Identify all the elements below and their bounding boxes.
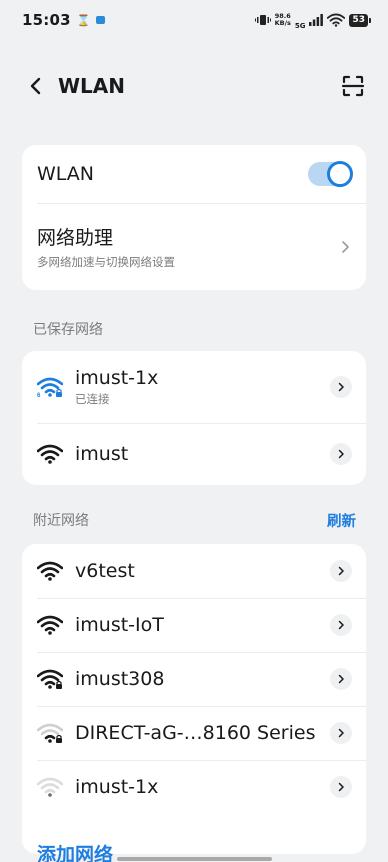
status-bar: 15:03 ⌛ 98.6 KB/s 5G 53 bbox=[0, 0, 388, 40]
network-name: v6test bbox=[75, 560, 135, 582]
chevron-right-icon bbox=[342, 240, 349, 253]
hourglass-icon: ⌛ bbox=[76, 13, 91, 27]
saved-network-row[interactable]: imust bbox=[22, 423, 366, 485]
network-details-button[interactable] bbox=[330, 376, 352, 398]
vibrate-icon bbox=[254, 15, 271, 25]
chevron-right-icon bbox=[338, 674, 344, 684]
network-name: imust-1x bbox=[75, 367, 159, 389]
page-header: WLAN bbox=[0, 62, 388, 110]
wifi-full-icon bbox=[37, 561, 63, 581]
toggle-knob bbox=[327, 161, 353, 187]
home-indicator[interactable] bbox=[117, 857, 272, 861]
wifi-full-icon bbox=[37, 615, 63, 635]
add-network-button[interactable]: 添加网络 bbox=[37, 840, 113, 862]
network-details-button[interactable] bbox=[330, 614, 352, 636]
back-button[interactable] bbox=[22, 73, 48, 99]
svg-text:6: 6 bbox=[37, 393, 41, 398]
wlan-label: WLAN bbox=[37, 163, 95, 185]
chevron-right-icon bbox=[338, 449, 344, 459]
network-name: imust bbox=[75, 443, 129, 465]
network-details-button[interactable] bbox=[330, 776, 352, 798]
battery-indicator: 53 bbox=[349, 13, 371, 27]
wifi-6-connected-icon: 6 bbox=[37, 377, 63, 398]
wifi-icon bbox=[37, 444, 63, 464]
refresh-button[interactable]: 刷新 bbox=[327, 510, 356, 531]
network-status: 已连接 bbox=[75, 392, 110, 406]
wifi-faint-icon bbox=[37, 777, 63, 797]
network-details-button[interactable] bbox=[330, 560, 352, 582]
wifi-weak-locked-icon bbox=[37, 723, 63, 743]
chevron-right-icon bbox=[338, 566, 344, 576]
chevron-right-icon bbox=[338, 782, 344, 792]
network-assistant-row[interactable]: 网络助理 多网络加速与切换网络设置 bbox=[22, 203, 366, 290]
wifi-status-icon bbox=[327, 13, 346, 27]
scan-icon bbox=[341, 75, 365, 97]
network-details-button[interactable] bbox=[330, 722, 352, 744]
net-speed-unit: KB/s bbox=[274, 19, 291, 27]
network-details-button[interactable] bbox=[330, 668, 352, 690]
network-details-button[interactable] bbox=[330, 443, 352, 465]
wlan-card: WLAN 网络助理 多网络加速与切换网络设置 bbox=[22, 145, 366, 290]
chevron-right-icon bbox=[338, 382, 344, 392]
signal-icon bbox=[309, 14, 324, 26]
app-notification-icon bbox=[96, 16, 106, 24]
network-name: DIRECT-aG-…8160 Series bbox=[75, 722, 316, 744]
network-name: imust308 bbox=[75, 668, 165, 690]
saved-networks-label: 已保存网络 bbox=[33, 322, 103, 338]
assistant-subtitle: 多网络加速与切换网络设置 bbox=[37, 255, 175, 269]
status-time: 15:03 bbox=[22, 11, 71, 29]
nearby-network-row[interactable]: v6test bbox=[22, 544, 366, 598]
nearby-networks-label: 附近网络 bbox=[33, 513, 89, 529]
wifi-locked-icon bbox=[37, 669, 63, 689]
nearby-network-row[interactable]: imust308 bbox=[22, 652, 366, 706]
nearby-network-row[interactable]: imust-IoT bbox=[22, 598, 366, 652]
saved-networks-card: 6 imust-1x 已连接 imust bbox=[22, 351, 366, 485]
network-name: imust-IoT bbox=[75, 614, 164, 636]
assistant-title: 网络助理 bbox=[37, 227, 114, 249]
chevron-right-icon bbox=[338, 620, 344, 630]
back-arrow-icon bbox=[30, 77, 41, 95]
network-type: 5G bbox=[294, 21, 306, 30]
network-name: imust-1x bbox=[75, 776, 159, 798]
nearby-network-row[interactable]: DIRECT-aG-…8160 Series bbox=[22, 706, 366, 760]
chevron-right-icon bbox=[338, 728, 344, 738]
nearby-network-row[interactable]: imust-1x bbox=[22, 760, 366, 814]
page-title: WLAN bbox=[58, 74, 126, 98]
wlan-toggle[interactable] bbox=[308, 161, 353, 187]
saved-network-row[interactable]: 6 imust-1x 已连接 bbox=[22, 351, 366, 423]
net-speed: 98.6 KB/s bbox=[275, 13, 291, 27]
scan-button[interactable] bbox=[340, 73, 366, 99]
nearby-networks-card: v6test imust-IoT imust308 DIRECT-aG-…816… bbox=[22, 544, 366, 854]
wlan-toggle-row[interactable]: WLAN bbox=[22, 145, 366, 203]
